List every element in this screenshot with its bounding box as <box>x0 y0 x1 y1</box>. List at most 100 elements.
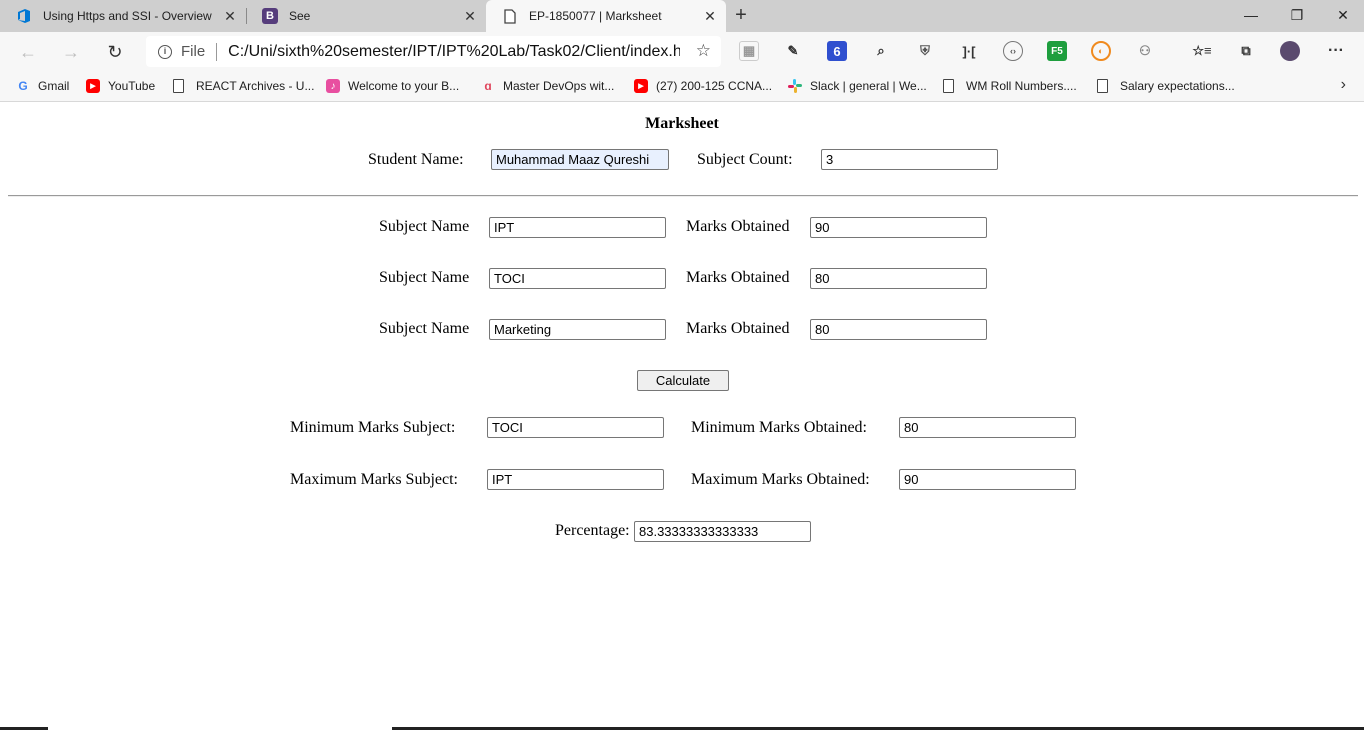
f5-ext-icon[interactable]: F5 <box>1047 41 1067 61</box>
page-content: Marksheet Student Name: Muhammad Maaz Qu… <box>0 103 1364 730</box>
bookmark-label: YouTube <box>108 79 156 93</box>
bookmark-label: WM Roll Numbers.... <box>966 79 1077 93</box>
divider <box>8 195 1358 197</box>
music-icon: ♪ <box>326 79 340 93</box>
bookmarks-bar: G Gmail ▶ YouTube REACT Archives - U... … <box>0 70 1364 102</box>
marks-field-1[interactable]: 90 <box>810 217 987 238</box>
youtube-icon: ▶ <box>634 79 648 93</box>
restore-icon[interactable]: ❐ <box>1274 0 1320 30</box>
bookmark-welcome[interactable]: ♪ Welcome to your B... <box>326 77 459 95</box>
min-subject-field[interactable]: TOCI <box>487 417 664 438</box>
tab-close-icon[interactable]: ✕ <box>462 8 478 24</box>
bookmark-label: Gmail <box>38 79 70 93</box>
calculate-button[interactable]: Calculate <box>637 370 729 391</box>
tab-title: EP-1850077 | Marksheet <box>529 9 662 23</box>
max-marks-field[interactable]: 90 <box>899 469 1076 490</box>
bookmark-react-archives[interactable]: REACT Archives - U... <box>173 77 314 95</box>
tab-close-icon[interactable]: ✕ <box>222 8 238 24</box>
url-scheme: File <box>181 43 206 60</box>
subject-count-field[interactable]: 3 <box>821 149 998 170</box>
tab-strip: Using Https and SSI - Overview ✕ B See ✕… <box>0 0 1364 32</box>
bookmark-master-devops[interactable]: ɑ Master DevOps wit... <box>481 77 614 95</box>
student-name-label: Student Name: <box>368 151 464 168</box>
bookmark-label: Welcome to your B... <box>348 79 460 93</box>
bookmark-label: (27) 200-125 CCNA... <box>656 79 773 93</box>
code-ext-icon[interactable]: ‹› <box>1003 41 1023 61</box>
google-icon: G <box>18 79 28 93</box>
chevron-right-icon[interactable]: › <box>1341 76 1346 94</box>
bookmark-label: Slack | general | We... <box>810 79 927 93</box>
bootstrap-icon: B <box>262 8 278 24</box>
search-ext-icon[interactable]: ⌕ <box>871 41 891 61</box>
min-marks-label: Minimum Marks Obtained: <box>691 419 867 436</box>
tab-title: See <box>289 9 311 23</box>
devops-icon: ɑ <box>484 79 492 93</box>
tab-close-icon[interactable]: ✕ <box>702 8 718 24</box>
azure-devops-icon <box>16 8 32 24</box>
percentage-label: Percentage: <box>555 522 630 539</box>
max-marks-label: Maximum Marks Obtained: <box>691 471 870 488</box>
forward-icon[interactable]: → <box>57 38 85 66</box>
address-bar[interactable]: i File C:/Uni/sixth%20semester/IPT/IPT%2… <box>146 36 721 67</box>
bookmark-youtube[interactable]: ▶ YouTube <box>86 77 155 95</box>
subject-name-field-1[interactable]: IPT <box>489 217 666 238</box>
minimize-icon[interactable]: — <box>1228 0 1274 30</box>
shield-ext-icon[interactable]: ⛨ <box>915 41 935 61</box>
bookmark-ccna[interactable]: ▶ (27) 200-125 CCNA... <box>634 77 772 95</box>
youtube-icon: ▶ <box>86 79 100 93</box>
subject-name-field-3[interactable]: Marketing <box>489 319 666 340</box>
subject-name-label: Subject Name <box>379 269 470 286</box>
marks-obtained-label: Marks Obtained <box>686 269 790 286</box>
page-icon <box>173 79 184 93</box>
bookmark-label: REACT Archives - U... <box>196 79 315 93</box>
marks-obtained-label: Marks Obtained <box>686 320 790 337</box>
ext-10-icon[interactable]: ⚇ <box>1135 41 1155 61</box>
marks-obtained-label: Marks Obtained <box>686 218 790 235</box>
favorites-icon[interactable]: ☆≡ <box>1192 41 1212 61</box>
bookmark-label: Salary expectations... <box>1120 79 1235 93</box>
subject-count-label: Subject Count: <box>697 151 793 168</box>
tab-see[interactable]: B See ✕ <box>246 0 487 32</box>
bookmark-slack[interactable]: Slack | general | We... <box>788 77 927 95</box>
min-marks-field[interactable]: 80 <box>899 417 1076 438</box>
tab-using-https[interactable]: Using Https and SSI - Overview ✕ <box>0 0 247 32</box>
min-subject-label: Minimum Marks Subject: <box>290 419 456 436</box>
ext-9-icon[interactable]: ◐ <box>1091 41 1111 61</box>
subject-name-field-2[interactable]: TOCI <box>489 268 666 289</box>
marks-field-3[interactable]: 80 <box>810 319 987 340</box>
more-menu-icon[interactable]: ··· <box>1326 41 1346 61</box>
ext-1-icon[interactable]: ▦ <box>739 41 759 61</box>
percentage-field[interactable]: 83.33333333333333 <box>634 521 811 542</box>
back-icon[interactable]: ← <box>14 38 42 66</box>
subject-name-label: Subject Name <box>379 218 470 235</box>
pen-icon[interactable]: ✎ <box>783 41 803 61</box>
tab-marksheet[interactable]: EP-1850077 | Marksheet ✕ <box>486 0 726 32</box>
page-title: Marksheet <box>645 115 719 132</box>
bracket-ext-icon[interactable]: ]·[ <box>959 41 979 61</box>
slack-icon <box>788 79 802 93</box>
page-icon <box>502 8 518 24</box>
reload-icon[interactable]: ↻ <box>101 38 129 66</box>
url-divider <box>216 42 218 61</box>
subject-name-label: Subject Name <box>379 320 470 337</box>
page-icon <box>1097 79 1108 93</box>
bookmark-salary[interactable]: Salary expectations... <box>1097 77 1235 95</box>
avatar[interactable] <box>1280 41 1300 61</box>
max-subject-label: Maximum Marks Subject: <box>290 471 458 488</box>
collections-icon[interactable]: ⧉ <box>1236 41 1256 61</box>
bookmark-wm-roll[interactable]: WM Roll Numbers.... <box>943 77 1077 95</box>
favorite-star-icon[interactable]: ☆ <box>696 41 711 61</box>
tab-title: Using Https and SSI - Overview <box>43 9 212 23</box>
student-name-field[interactable]: Muhammad Maaz Qureshi <box>491 149 669 170</box>
marks-field-2[interactable]: 80 <box>810 268 987 289</box>
bookmark-label: Master DevOps wit... <box>503 79 615 93</box>
new-tab-icon[interactable]: + <box>730 4 752 28</box>
max-subject-field[interactable]: IPT <box>487 469 664 490</box>
page-icon <box>943 79 954 93</box>
bookmark-gmail[interactable]: G Gmail <box>16 77 69 95</box>
close-window-icon[interactable]: ✕ <box>1320 0 1364 30</box>
url-text[interactable]: C:/Uni/sixth%20semester/IPT/IPT%20Lab/Ta… <box>228 43 680 61</box>
address-toolbar: ← → ↻ i File C:/Uni/sixth%20semester/IPT… <box>0 32 1364 70</box>
info-icon[interactable]: i <box>158 44 172 59</box>
ext-3-icon[interactable]: 6 <box>827 41 847 61</box>
